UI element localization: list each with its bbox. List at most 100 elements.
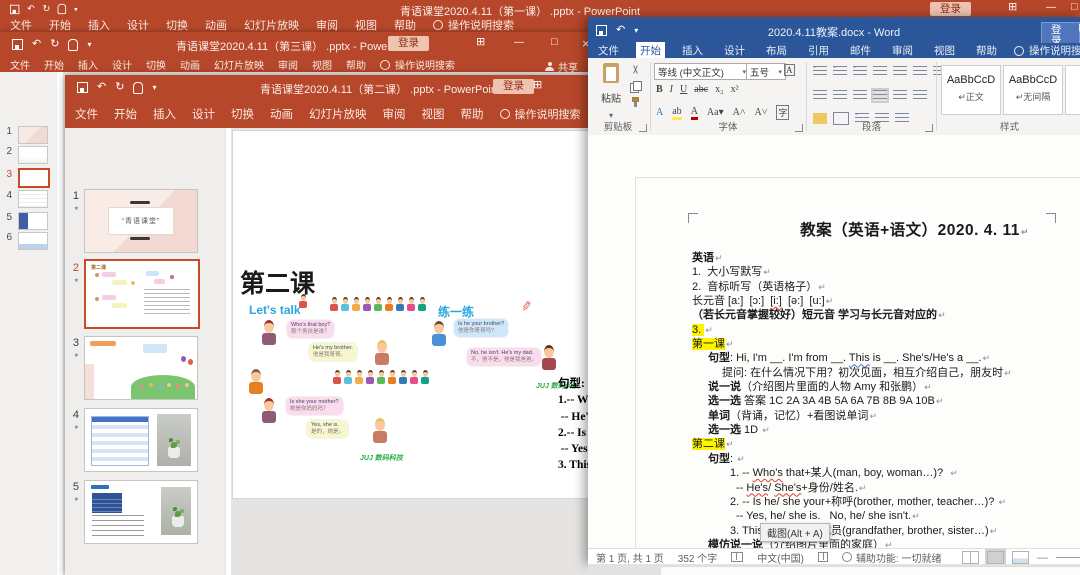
thumbnail-slide-2-selected[interactable]: 第二课 [84, 259, 200, 329]
ppt3-menu-tab[interactable]: 切换 [146, 57, 166, 72]
dialog-launcher-icon[interactable] [795, 124, 803, 132]
ppt3-menu-tab[interactable]: 插入 [78, 57, 98, 72]
justify-icon[interactable] [873, 90, 887, 101]
ppt1-menu-tab[interactable]: 切换 [166, 17, 188, 33]
ppt1-menu-tab[interactable]: 审阅 [316, 17, 338, 33]
ppt2-menu-tab[interactable]: 视图 [422, 106, 445, 122]
qat-dropdown-icon[interactable] [74, 4, 77, 13]
language-indicator[interactable]: 中文(中国) [757, 550, 804, 565]
style-normal[interactable]: AaBbCcD ↵正文 [941, 65, 1001, 115]
qat-dropdown-icon[interactable] [87, 39, 91, 50]
align-right-icon[interactable] [853, 90, 867, 101]
style-no-spacing[interactable]: AaBbCcD ↵无间隔 [1003, 65, 1063, 115]
font-format-button[interactable]: abc [694, 84, 708, 95]
save-icon[interactable] [596, 25, 607, 36]
touch-mode-icon[interactable] [68, 39, 78, 51]
touch-mode-icon[interactable] [133, 82, 143, 94]
word-menu-tab[interactable]: 插入 [678, 42, 707, 59]
ppt1-menu-tab[interactable]: 开始 [49, 17, 71, 33]
zoom-slider[interactable] [1056, 557, 1080, 558]
copy-icon[interactable] [630, 81, 642, 91]
read-mode-icon[interactable] [962, 551, 979, 564]
word-menu-tab[interactable]: 视图 [930, 42, 959, 59]
align-center-icon[interactable] [833, 90, 847, 101]
word-menu-tab[interactable]: 帮助 [972, 42, 1001, 59]
word-menu-tab[interactable]: 文件 [594, 42, 623, 59]
word-menu-tab[interactable]: 引用 [804, 42, 833, 59]
thumbnail-slide-3-selected[interactable] [18, 168, 50, 188]
proofing-icon[interactable] [731, 552, 743, 562]
char-border-icon[interactable]: A [784, 64, 795, 76]
ppt3-menu-tab[interactable]: 帮助 [346, 57, 366, 72]
word-menu-tab[interactable]: 审阅 [888, 42, 917, 59]
touch-mode-icon[interactable] [58, 3, 67, 13]
enclose-char-icon[interactable]: 字 [776, 105, 789, 120]
ppt2-menu-tab[interactable]: 插入 [153, 106, 176, 122]
restore-button[interactable] [551, 37, 558, 48]
word-menu-tab[interactable]: 邮件 [846, 42, 875, 59]
sign-in-button[interactable]: 登录 [493, 79, 534, 94]
thumbnail-slide-5[interactable] [18, 212, 48, 230]
thumbnail-slide-1[interactable]: “青语课堂” [84, 189, 198, 253]
save-icon[interactable] [12, 39, 23, 50]
word-document-area[interactable]: 教案（英语+语文）2020. 4. 11↵英语↵1. 大小写默写↵2. 音标听写… [588, 135, 1080, 548]
ppt1-menu-tab[interactable]: 文件 [10, 17, 32, 33]
font-format-button[interactable]: I [670, 84, 673, 95]
ppt2-menu-tab[interactable]: 帮助 [461, 106, 484, 122]
ppt1-menu-tab[interactable]: 设计 [127, 17, 149, 33]
ppt2-menu-tab[interactable]: 审阅 [383, 106, 406, 122]
panel-scrollbar[interactable] [57, 72, 63, 575]
font-format-button[interactable]: x² [731, 84, 739, 95]
font-color-icon[interactable]: A [691, 106, 698, 120]
highlight-color-icon[interactable]: ab [672, 106, 681, 120]
word-menu-tab[interactable]: 布局 [762, 42, 791, 59]
share-button[interactable]: 共享 [545, 59, 578, 74]
align-left-icon[interactable] [813, 90, 827, 101]
style-heading[interactable]: Aa 标题 [1065, 65, 1080, 115]
zoom-out-icon[interactable]: — [1037, 552, 1048, 564]
phonetic-guide-icon[interactable]: A [656, 107, 663, 118]
increase-indent-icon[interactable] [893, 66, 907, 77]
numbering-icon[interactable] [833, 66, 847, 77]
undo-icon[interactable] [27, 4, 35, 13]
font-format-button[interactable]: x₂ [715, 84, 724, 95]
ppt2-menu-tab[interactable]: 文件 [75, 106, 98, 122]
qat-dropdown-icon[interactable] [634, 25, 638, 36]
sort-icon[interactable] [913, 66, 927, 77]
web-layout-icon[interactable] [1012, 551, 1029, 564]
ppt3-menu-tab[interactable]: 视图 [312, 57, 332, 72]
insert-mode-icon[interactable] [818, 552, 828, 562]
ribbon-options-icon[interactable] [1008, 2, 1017, 13]
thumbnail-slide-6[interactable] [18, 232, 48, 250]
document-text[interactable]: 教案（英语+语文）2020. 4. 11↵英语↵1. 大小写默写↵2. 音标听写… [635, 177, 1080, 548]
restore-button[interactable] [1071, 2, 1078, 13]
ppt3-menu-tab[interactable]: 审阅 [278, 57, 298, 72]
word-menu-tab[interactable]: 开始 [636, 42, 665, 59]
font-name-combo[interactable]: 等线 (中文正文)▾ [654, 63, 750, 80]
font-format-button[interactable]: B [656, 84, 663, 95]
minimize-button[interactable] [1046, 2, 1056, 13]
redo-icon[interactable] [42, 4, 50, 13]
save-icon[interactable] [77, 82, 88, 93]
print-layout-icon[interactable] [987, 551, 1004, 564]
sign-in-button[interactable]: 登录 [388, 36, 429, 51]
word-menu-tab[interactable]: 设计 [720, 42, 749, 59]
minimize-button[interactable] [514, 37, 524, 48]
dialog-launcher-icon[interactable] [639, 124, 647, 132]
undo-icon[interactable] [97, 82, 106, 93]
change-case-icon[interactable]: Aa▾ [707, 107, 724, 118]
undo-icon[interactable] [616, 25, 625, 36]
decrease-indent-icon[interactable] [873, 66, 887, 77]
ppt3-menu-tab[interactable]: 设计 [112, 57, 132, 72]
tell-me-search[interactable]: 操作说明搜索 [380, 57, 455, 72]
font-size-combo[interactable]: 五号▾ [746, 63, 786, 80]
grow-font-icon[interactable]: A˄ [733, 107, 746, 118]
ppt2-menu-tab[interactable]: 开始 [114, 106, 137, 122]
thumbnail-slide-4[interactable] [18, 190, 48, 208]
ppt1-menu-tab[interactable]: 插入 [88, 17, 110, 33]
accessibility-status[interactable]: 辅助功能: 一切就绪 [842, 550, 942, 565]
shrink-font-icon[interactable]: A˅ [754, 107, 767, 118]
undo-icon[interactable] [32, 39, 41, 50]
thumbnail-slide-2[interactable] [18, 146, 48, 164]
save-icon[interactable] [10, 4, 19, 13]
